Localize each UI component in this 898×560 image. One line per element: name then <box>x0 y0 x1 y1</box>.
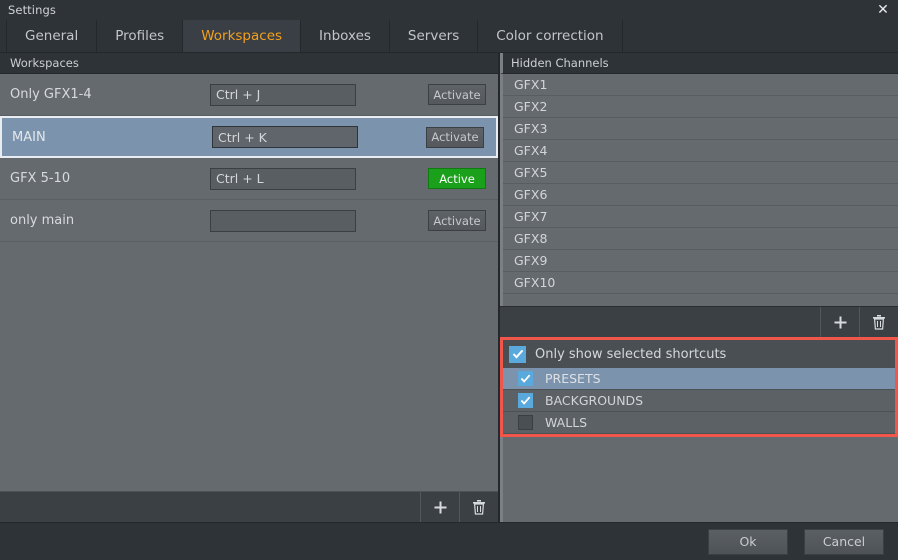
list-item[interactable]: GFX8 <box>503 228 898 250</box>
list-item[interactable]: GFX6 <box>503 184 898 206</box>
list-item[interactable]: GFX7 <box>503 206 898 228</box>
hidden-channels-list: GFX1 GFX2 GFX3 GFX4 GFX5 GFX6 GFX7 GFX8 … <box>500 74 898 306</box>
workspaces-panel: Workspaces Only GFX1-4 Ctrl + J Activate… <box>0 53 500 522</box>
tab-workspaces[interactable]: Workspaces <box>183 20 302 52</box>
content-area: Workspaces Only GFX1-4 Ctrl + J Activate… <box>0 53 898 522</box>
trash-icon[interactable] <box>459 492 498 522</box>
list-item[interactable]: GFX9 <box>503 250 898 272</box>
workspaces-list: Only GFX1-4 Ctrl + J Activate MAIN Ctrl … <box>0 74 498 491</box>
workspace-name: only main <box>10 213 75 228</box>
window-title: Settings <box>8 3 56 17</box>
list-item[interactable]: GFX2 <box>503 96 898 118</box>
right-panel-empty-area <box>500 437 898 522</box>
tab-general[interactable]: General <box>6 20 98 52</box>
only-show-selected-shortcuts-row[interactable]: Only show selected shortcuts <box>503 340 895 368</box>
workspaces-header: Workspaces <box>0 53 498 74</box>
list-item[interactable]: BACKGROUNDS <box>503 390 895 412</box>
shortcut-checkbox[interactable] <box>518 371 533 386</box>
list-item[interactable]: GFX5 <box>503 162 898 184</box>
workspace-name: MAIN <box>12 129 46 145</box>
list-item[interactable]: PRESETS <box>503 368 895 390</box>
table-row[interactable]: GFX 5-10 Ctrl + L Active <box>0 158 498 200</box>
list-item[interactable]: GFX3 <box>503 118 898 140</box>
workspace-name: GFX 5-10 <box>10 171 71 186</box>
shortcut-checkbox[interactable] <box>518 393 533 408</box>
table-row[interactable]: MAIN Ctrl + K Activate <box>0 116 498 158</box>
activate-button[interactable]: Activate <box>428 84 486 105</box>
workspace-action-cell: Activate <box>428 84 486 105</box>
cancel-button[interactable]: Cancel <box>804 528 884 555</box>
hidden-channels-panel: Hidden Channels GFX1 GFX2 GFX3 GFX4 GFX5… <box>500 53 898 522</box>
list-item[interactable]: GFX1 <box>503 74 898 96</box>
shortcut-input[interactable]: Ctrl + J <box>210 83 356 106</box>
table-row[interactable]: Only GFX1-4 Ctrl + J Activate <box>0 74 498 116</box>
workspace-action-cell: Activate <box>426 126 484 148</box>
shortcut-input[interactable]: Ctrl + K <box>212 126 358 148</box>
trash-icon[interactable] <box>859 307 898 337</box>
title-bar: Settings ✕ <box>0 0 898 20</box>
workspace-action-cell: Activate <box>428 210 486 231</box>
list-item[interactable]: GFX4 <box>503 140 898 162</box>
shortcut-input[interactable]: Ctrl + L <box>210 167 356 190</box>
hidden-channels-toolbar <box>500 306 898 337</box>
shortcuts-highlight-box: Only show selected shortcuts PRESETS BAC… <box>500 337 898 437</box>
tab-bar-filler <box>622 20 898 52</box>
list-item[interactable]: WALLS <box>503 412 895 434</box>
table-row[interactable]: only main Activate <box>0 200 498 242</box>
workspace-action-cell: Active <box>428 168 486 189</box>
tab-profiles[interactable]: Profiles <box>97 20 184 52</box>
dialog-footer: Ok Cancel <box>0 522 898 560</box>
shortcut-checkbox[interactable] <box>518 415 533 430</box>
shortcut-label: WALLS <box>545 415 588 430</box>
list-item[interactable]: GFX10 <box>503 272 898 294</box>
plus-icon[interactable] <box>420 492 459 522</box>
only-show-selected-checkbox[interactable] <box>509 345 526 363</box>
hidden-channels-header: Hidden Channels <box>500 53 898 74</box>
tab-inboxes[interactable]: Inboxes <box>301 20 390 52</box>
tab-servers[interactable]: Servers <box>389 20 479 52</box>
tab-color-correction[interactable]: Color correction <box>478 20 623 52</box>
shortcut-label: PRESETS <box>545 371 601 386</box>
tab-bar: General Profiles Workspaces Inboxes Serv… <box>0 20 898 53</box>
workspace-name: Only GFX1-4 <box>10 87 92 102</box>
activate-button[interactable]: Activate <box>426 126 484 148</box>
only-show-selected-label: Only show selected shortcuts <box>535 346 727 362</box>
activate-button[interactable]: Activate <box>428 210 486 231</box>
active-status-button[interactable]: Active <box>428 168 486 189</box>
workspaces-toolbar <box>0 491 498 522</box>
shortcut-label: BACKGROUNDS <box>545 393 644 408</box>
ok-button[interactable]: Ok <box>708 528 788 555</box>
plus-icon[interactable] <box>820 307 859 337</box>
shortcut-input[interactable] <box>210 209 356 232</box>
close-icon[interactable]: ✕ <box>868 0 898 20</box>
